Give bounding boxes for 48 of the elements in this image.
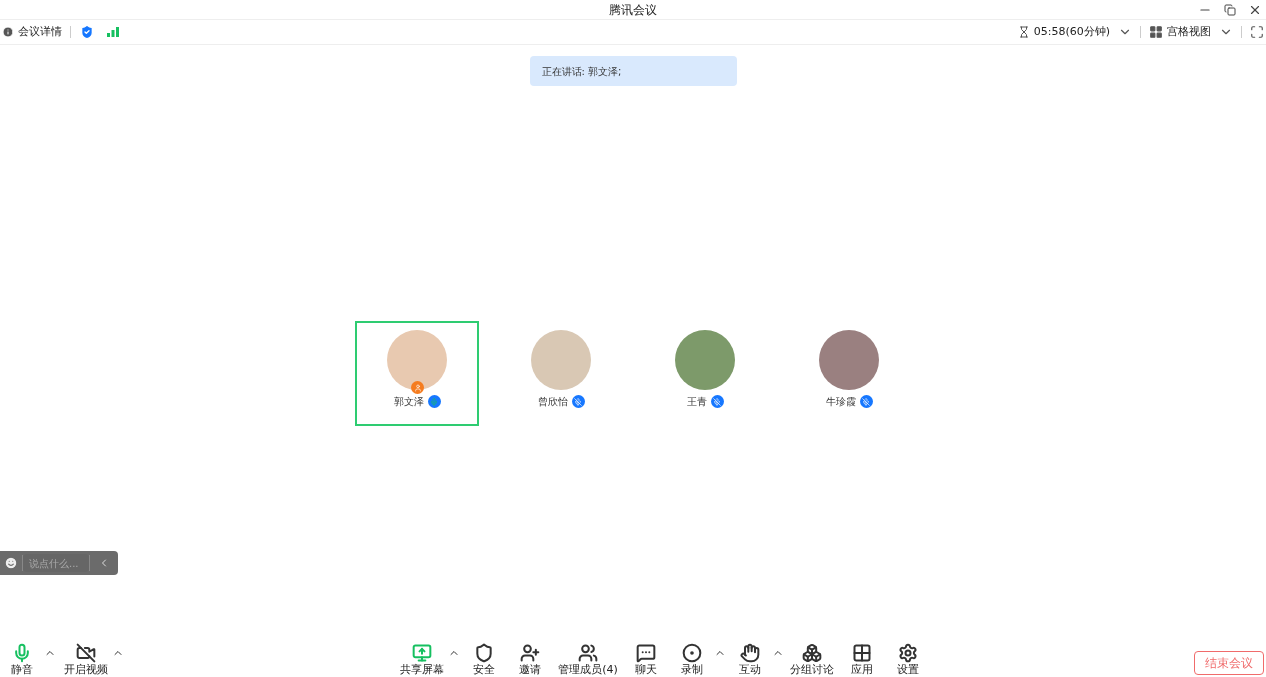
avatar-placeholder (531, 330, 591, 390)
fullscreen-icon[interactable] (1250, 25, 1264, 39)
avatar-placeholder (819, 330, 879, 390)
toolbar-button[interactable]: 设置 (885, 643, 930, 677)
toolbar-button[interactable]: 应用 (839, 643, 884, 677)
toolbar-button[interactable]: 静音 (0, 643, 44, 677)
settings-icon (897, 643, 918, 663)
meeting-info-button[interactable]: 会议详情 (2, 23, 62, 41)
signal-icon (107, 27, 119, 37)
participant-tile[interactable]: 牛珍霞 (787, 321, 911, 426)
users-icon (578, 643, 598, 663)
video-off-icon (76, 643, 96, 663)
toolbar-button[interactable]: 互动 (727, 643, 772, 677)
window-title: 腾讯会议 (609, 1, 657, 19)
participant-name: 郭文泽 (393, 395, 424, 409)
toolbar-button[interactable]: 共享屏幕 (396, 643, 449, 677)
shield-icon[interactable] (79, 24, 95, 40)
toolbar-button[interactable]: 安全 (462, 643, 507, 677)
add-user-icon (520, 643, 541, 663)
grid-icon (851, 643, 872, 663)
participant-name: 王青 (686, 395, 707, 409)
toolbar-button[interactable]: 聊天 (623, 643, 668, 677)
toolbar-button[interactable]: 分组讨论 (785, 643, 838, 677)
toolbar-button[interactable]: 开启视频 (60, 643, 112, 677)
emoji-icon[interactable] (4, 556, 18, 570)
chat-icon (635, 643, 656, 663)
participant-tile[interactable]: 王青 (643, 321, 767, 426)
participant-tile[interactable]: 郭文泽 (355, 321, 479, 426)
speaking-banner: 正在讲话: 郭文泽; (529, 56, 737, 86)
hourglass-icon (1017, 26, 1030, 38)
avatar-placeholder (675, 330, 735, 390)
participant-name: 牛珍霞 (825, 395, 856, 409)
avatar-placeholder (387, 330, 447, 390)
hand-icon (739, 643, 760, 663)
record-icon (681, 643, 702, 663)
restore-icon[interactable] (1224, 3, 1236, 16)
blocks-icon (801, 643, 822, 663)
shield-icon (474, 643, 495, 663)
toolbar-button[interactable]: 管理成员(4) (554, 643, 622, 677)
grid-icon (1149, 25, 1163, 39)
participant-name: 曾欣怡 (537, 395, 568, 409)
participant-tile[interactable]: 曾欣怡 (499, 321, 623, 426)
view-button[interactable]: 宫格视图 (1149, 23, 1233, 41)
timer-button[interactable]: 05:58(60分钟) (1017, 23, 1132, 41)
screen-share-icon (412, 643, 433, 663)
microphone-icon (12, 643, 32, 663)
toolbar-button[interactable]: 录制 (669, 643, 714, 677)
toolbar-button[interactable]: 邀请 (508, 643, 553, 677)
